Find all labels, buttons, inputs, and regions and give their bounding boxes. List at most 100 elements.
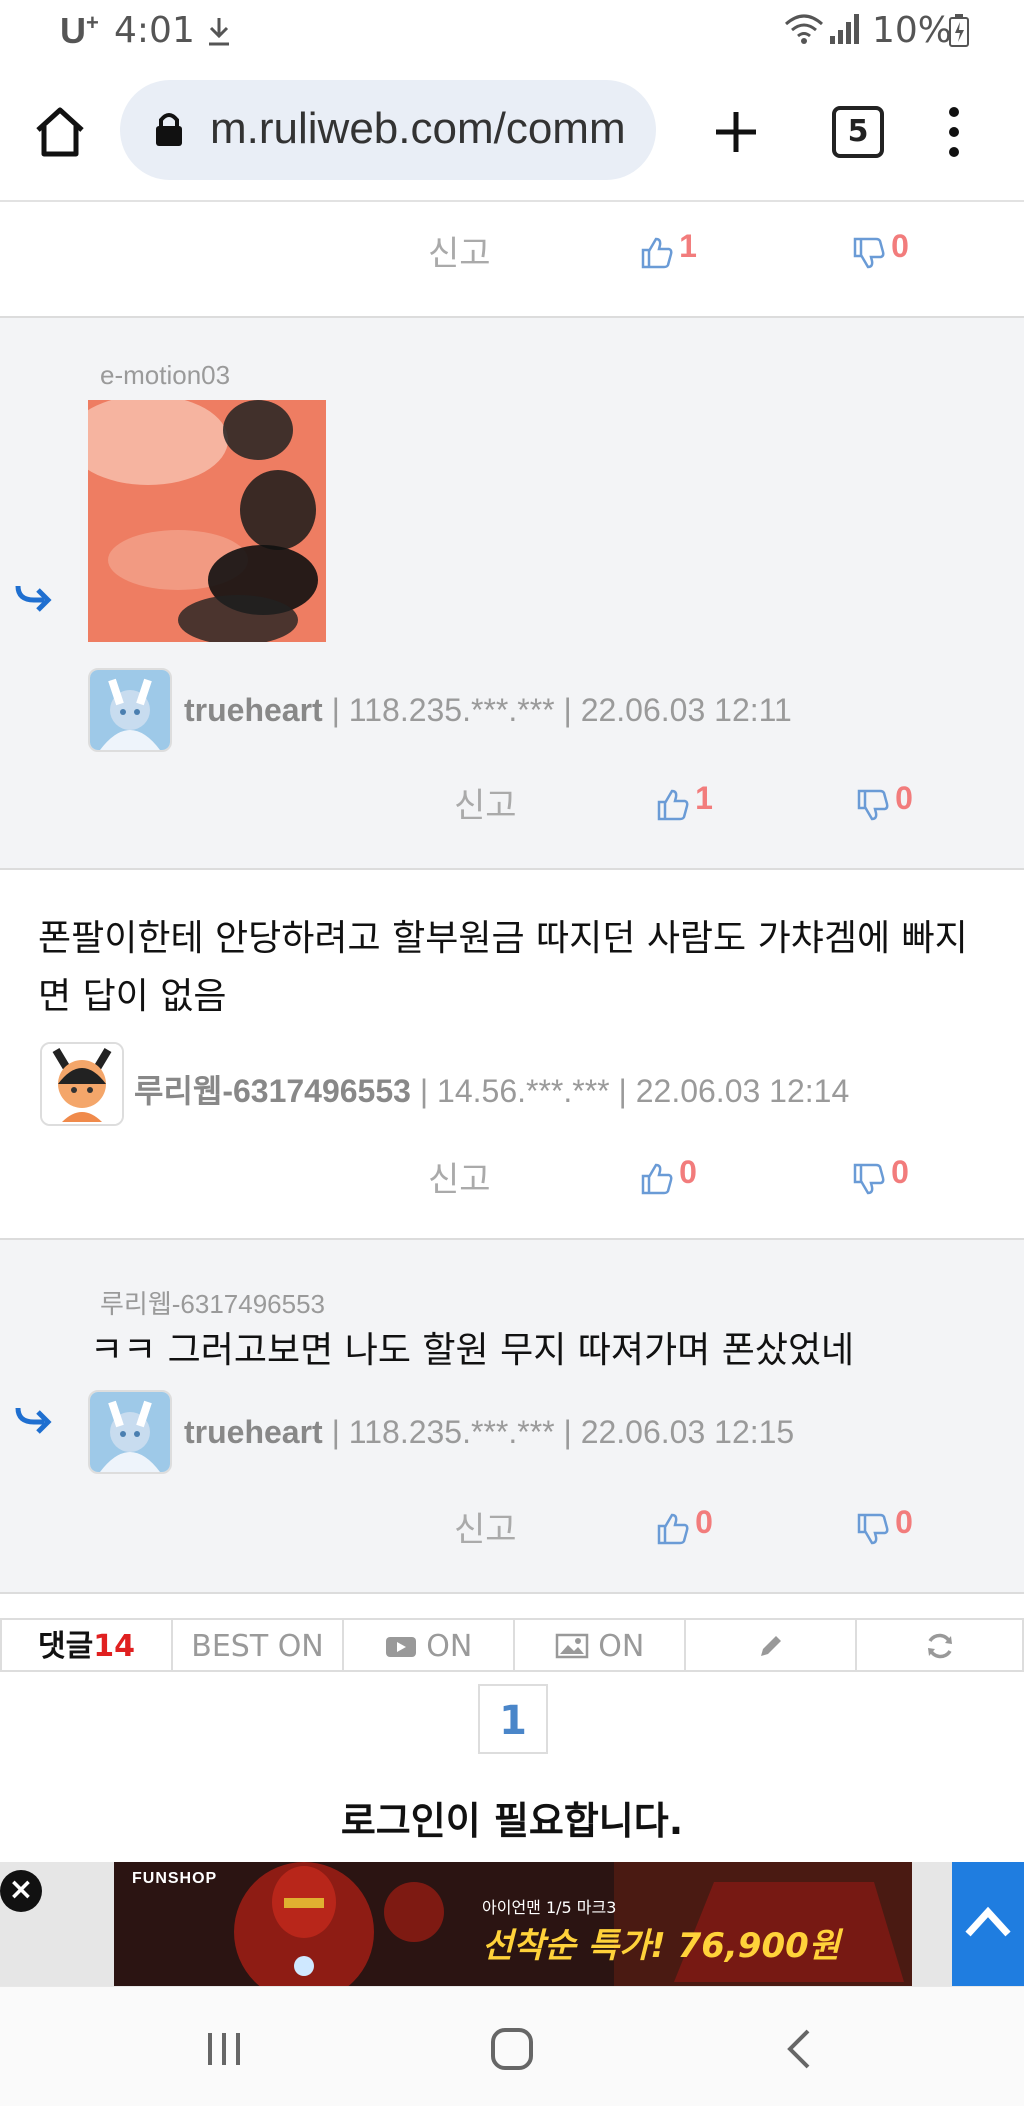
video-toggle-label: ON xyxy=(426,1629,473,1664)
image-icon xyxy=(555,1633,588,1659)
like-count: 0 xyxy=(679,1154,697,1190)
browser-toolbar: m.ruliweb.com/comm 5 xyxy=(0,64,1024,202)
thumbs-up-icon xyxy=(641,237,673,268)
wifi-icon xyxy=(785,14,823,44)
ip-address: 118.235.***.*** xyxy=(348,692,555,728)
write-button[interactable] xyxy=(684,1618,855,1672)
url-text: m.ruliweb.com/comm xyxy=(210,104,626,153)
dislike-button[interactable]: 0 xyxy=(856,780,913,822)
pencil-icon xyxy=(760,1636,781,1656)
dislike-count: 0 xyxy=(891,228,909,264)
reply-comment: 루리웹-6317496553 ㅋㅋ 그러고보면 나도 할원 무지 따져가며 폰샀… xyxy=(0,1238,1024,1594)
dislike-button[interactable]: 0 xyxy=(856,1504,913,1546)
clock: 4:01 xyxy=(114,10,195,51)
refresh-button[interactable] xyxy=(855,1618,1024,1672)
comment-meta: 루리웹-6317496553 | 14.56.***.*** | 22.06.0… xyxy=(134,1073,850,1109)
comment-count-label: 댓글 xyxy=(38,1629,94,1664)
download-icon xyxy=(209,18,229,46)
scroll-top-button[interactable] xyxy=(952,1862,1024,1986)
like-button[interactable]: 0 xyxy=(656,1504,713,1546)
comment-date: 22.06.03 12:14 xyxy=(635,1073,850,1109)
video-icon xyxy=(385,1637,416,1657)
signal-icon xyxy=(830,14,859,44)
comment-count-tab[interactable]: 댓글14 xyxy=(0,1618,171,1672)
lock-icon xyxy=(156,113,182,146)
ad-headline: 선착순 특가! 76,900원 xyxy=(482,1926,841,1966)
report-button[interactable]: 신고 xyxy=(454,778,517,827)
more-icon[interactable] xyxy=(946,106,962,158)
avatar-image xyxy=(42,1044,122,1124)
thumbs-down-icon xyxy=(853,237,885,268)
like-button[interactable]: 1 xyxy=(656,780,713,822)
chevron-up-icon xyxy=(965,1906,1011,1937)
home-nav-icon[interactable] xyxy=(490,2027,534,2071)
reply-arrow-icon xyxy=(15,585,52,612)
ip-address: 14.56.***.*** xyxy=(437,1073,610,1109)
plus-icon[interactable] xyxy=(712,108,760,156)
dislike-button[interactable]: 0 xyxy=(852,1154,909,1196)
comment-count: 14 xyxy=(93,1629,135,1664)
reply-arrow-icon xyxy=(15,1407,52,1434)
system-nav-bar xyxy=(0,1986,1024,2106)
dislike-button[interactable]: 0 xyxy=(852,228,909,270)
best-toggle[interactable]: BEST ON xyxy=(171,1618,342,1672)
avatar[interactable] xyxy=(88,668,172,752)
back-icon[interactable] xyxy=(784,2027,814,2071)
author-name[interactable]: 루리웹-6317496553 xyxy=(134,1073,411,1109)
mention-label: e-motion03 xyxy=(100,360,231,390)
login-notice[interactable]: 로그인이 필요합니다. xyxy=(0,1790,1024,1845)
divider xyxy=(0,1592,1024,1594)
like-count: 1 xyxy=(695,780,713,816)
reply-comment: e-motion03 trueheart | 118.235.***.*** |… xyxy=(0,316,1024,870)
mention-label: 루리웹-6317496553 xyxy=(100,1289,326,1319)
thumbs-down-icon xyxy=(857,789,889,820)
page-number-current[interactable]: 1 xyxy=(478,1684,548,1754)
image-toggle[interactable]: ON xyxy=(513,1618,684,1672)
ip-address: 118.235.***.*** xyxy=(348,1414,555,1450)
ad-subtitle: 아이언맨 1/5 마크3 xyxy=(482,1898,617,1917)
comment-meta: trueheart | 118.235.***.*** | 22.06.03 1… xyxy=(184,692,792,728)
author-name[interactable]: trueheart xyxy=(184,692,323,728)
home-icon[interactable] xyxy=(34,106,86,158)
thumbs-up-icon xyxy=(657,1513,689,1544)
avatar[interactable] xyxy=(40,1042,124,1126)
comment: 폰팔이한테 안당하려고 할부원금 따지던 사람도 가챠겜에 빠지면 답이 없음 … xyxy=(0,868,1024,1240)
comment-text: ㅋㅋ 그러고보면 나도 할원 무지 따져가며 폰샀었네 xyxy=(90,1330,855,1371)
thumbs-down-icon xyxy=(857,1513,889,1544)
dislike-count: 0 xyxy=(895,780,913,816)
comment-text: 폰팔이한테 안당하려고 할부원금 따지던 사람도 가챠겜에 빠지면 답이 없음 xyxy=(38,918,968,1017)
address-bar[interactable]: m.ruliweb.com/comm xyxy=(120,80,656,180)
dislike-count: 0 xyxy=(891,1154,909,1190)
thumbs-down-icon xyxy=(853,1163,885,1194)
report-button[interactable]: 신고 xyxy=(428,226,491,275)
ad-brand: FUNSHOP xyxy=(132,1870,218,1887)
close-icon[interactable]: × xyxy=(0,1870,42,1912)
video-toggle[interactable]: ON xyxy=(342,1618,513,1672)
report-button[interactable]: 신고 xyxy=(428,1152,491,1201)
blurred-photo xyxy=(88,400,326,642)
refresh-icon xyxy=(927,1633,952,1659)
status-bar: U+ 4:01 10% xyxy=(0,0,1024,64)
report-button[interactable]: 신고 xyxy=(454,1502,517,1551)
avatar[interactable] xyxy=(88,1390,172,1474)
ad-banner[interactable]: FUNSHOP 아이언맨 1/5 마크3 선착순 특가! 76,900원 xyxy=(114,1862,912,1986)
comment-date: 22.06.03 12:15 xyxy=(580,1414,795,1450)
comment-meta: trueheart | 118.235.***.*** | 22.06.03 1… xyxy=(184,1414,795,1450)
battery-icon xyxy=(949,14,969,47)
tab-switcher-button[interactable]: 5 xyxy=(832,106,884,158)
comment-image[interactable] xyxy=(88,400,326,642)
like-count: 1 xyxy=(679,228,697,264)
author-name[interactable]: trueheart xyxy=(184,1414,323,1450)
avatar-image xyxy=(90,1392,170,1472)
thumbs-up-icon xyxy=(657,789,689,820)
recent-apps-icon[interactable] xyxy=(204,2029,244,2069)
comment-footer: 신고 1 0 xyxy=(0,202,1024,316)
like-button[interactable]: 1 xyxy=(640,228,697,270)
ad-banner-area: × FUNSHOP 아이언맨 1/5 마크3 선착순 특가! 76,900원 xyxy=(0,1862,1024,1986)
battery-percent: 10% xyxy=(872,10,953,51)
like-count: 0 xyxy=(695,1504,713,1540)
comment-date: 22.06.03 12:11 xyxy=(580,692,792,728)
like-button[interactable]: 0 xyxy=(640,1154,697,1196)
thumbs-up-icon xyxy=(641,1163,673,1194)
avatar-image xyxy=(90,670,170,750)
